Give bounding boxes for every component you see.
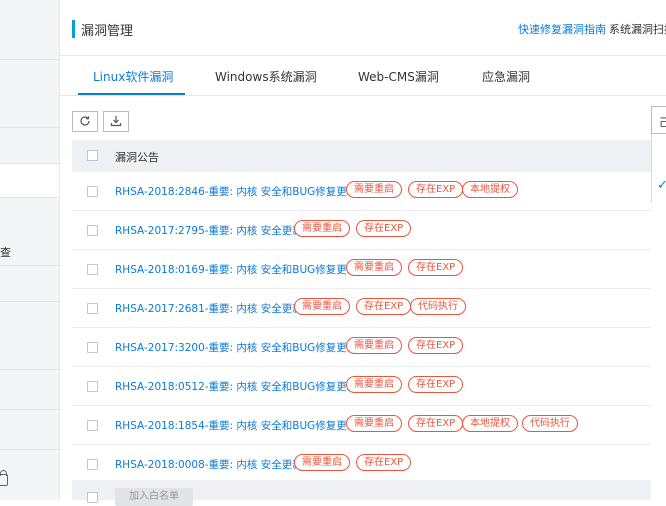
tag-exp-exists: 存在EXP	[356, 454, 412, 471]
tag-exp-exists: 存在EXP	[408, 337, 464, 354]
tag-exp-exists: 存在EXP	[408, 415, 464, 432]
tag-local-privilege: 本地提权	[462, 181, 518, 198]
select-all-checkbox[interactable]	[87, 150, 98, 161]
sidebar-item-active[interactable]	[0, 164, 59, 198]
sidebar-item-8[interactable]	[0, 410, 59, 450]
row-checkbox[interactable]	[87, 342, 98, 353]
row-checkbox[interactable]	[87, 381, 98, 392]
row-checkbox[interactable]	[87, 225, 98, 236]
table-row[interactable]: RHSA-2017:2681-重要: 内核 安全更新 需要重启 存在EXP 代码…	[72, 289, 651, 328]
sidebar-item-1[interactable]	[0, 0, 59, 60]
tab-windows[interactable]: Windows系统漏洞	[215, 68, 317, 85]
tag-restart-required: 需要重启	[346, 337, 402, 354]
tag-restart-required: 需要重启	[346, 415, 402, 432]
table-row[interactable]: RHSA-2017:3200-重要: 内核 安全和BUG修复更新 需要重启 存在…	[72, 328, 651, 367]
table-footer: 加入白名单	[72, 480, 651, 506]
main-content: 漏洞管理 快速修复漏洞指南 系统漏洞扫描 Linux软件漏洞 Windows系统…	[60, 0, 666, 506]
tab-web-cms[interactable]: Web-CMS漏洞	[358, 68, 439, 85]
sidebar-item-5[interactable]	[0, 266, 59, 302]
tag-local-privilege: 本地提权	[462, 415, 518, 432]
refresh-button[interactable]	[72, 111, 98, 132]
tag-exp-exists: 存在EXP	[408, 259, 464, 276]
table-row[interactable]: RHSA-2018:2846-重要: 内核 安全和BUG修复更新 需要重启 存在…	[72, 172, 651, 211]
footer-select-all-checkbox[interactable]	[87, 492, 98, 503]
lock-icon	[0, 470, 8, 486]
vuln-title-link[interactable]: RHSA-2017:3200-重要: 内核 安全和BUG修复更新	[115, 340, 357, 355]
system-scan-link[interactable]: 系统漏洞扫描	[609, 21, 666, 37]
tag-restart-required: 需要重启	[294, 454, 350, 471]
column-dropdown-panel: ✓	[651, 134, 666, 202]
table-header: 漏洞公告	[72, 140, 651, 172]
row-checkbox[interactable]	[87, 186, 98, 197]
export-button[interactable]	[103, 111, 129, 132]
tag-exp-exists: 存在EXP	[408, 181, 464, 198]
tag-restart-required: 需要重启	[346, 259, 402, 276]
table-row[interactable]: RHSA-2018:0008-重要: 内核 安全更新 需要重启 存在EXP	[72, 445, 651, 480]
tag-exp-exists: 存在EXP	[408, 376, 464, 393]
sidebar-item-label: 查	[0, 246, 11, 259]
tag-exp-exists: 存在EXP	[356, 298, 412, 315]
vuln-title-link[interactable]: RHSA-2018:0008-重要: 内核 安全更新	[115, 457, 303, 472]
vuln-title-link[interactable]: RHSA-2018:0169-重要: 内核 安全和BUG修复更新	[115, 262, 357, 277]
vuln-title-link[interactable]: RHSA-2017:2795-重要: 内核 安全更新	[115, 223, 303, 238]
row-checkbox[interactable]	[87, 420, 98, 431]
tag-code-execution: 代码执行	[410, 298, 466, 315]
sidebar: 查	[0, 0, 60, 500]
row-checkbox[interactable]	[87, 303, 98, 314]
download-icon	[110, 116, 122, 127]
title-accent-bar	[72, 20, 75, 38]
tab-emergency[interactable]: 应急漏洞	[482, 68, 530, 85]
table-row[interactable]: RHSA-2018:0169-重要: 内核 安全和BUG修复更新 需要重启 存在…	[72, 250, 651, 289]
row-checkbox[interactable]	[87, 459, 98, 470]
sidebar-item-3[interactable]	[0, 128, 59, 164]
vuln-title-link[interactable]: RHSA-2018:1854-重要: 内核 安全和BUG修复更新	[115, 418, 357, 433]
table-row[interactable]: RHSA-2018:1854-重要: 内核 安全和BUG修复更新 需要重启 存在…	[72, 406, 651, 445]
active-tab-indicator	[78, 93, 185, 95]
tag-restart-required: 需要重启	[294, 298, 350, 315]
table-row[interactable]: RHSA-2017:2795-重要: 内核 安全更新 需要重启 存在EXP	[72, 211, 651, 250]
tag-restart-required: 需要重启	[346, 376, 402, 393]
tag-restart-required: 需要重启	[346, 181, 402, 198]
vuln-title-link[interactable]: RHSA-2018:0512-重要: 内核 安全和BUG修复更新	[115, 379, 357, 394]
column-header-announcement: 漏洞公告	[115, 151, 159, 164]
check-icon[interactable]: ✓	[657, 178, 666, 193]
sidebar-item-6[interactable]	[0, 302, 59, 370]
vuln-title-link[interactable]: RHSA-2018:2846-重要: 内核 安全和BUG修复更新	[115, 184, 357, 199]
sidebar-item-7[interactable]	[0, 370, 59, 410]
column-settings-label: 己	[659, 116, 666, 129]
tag-code-execution: 代码执行	[522, 415, 578, 432]
page-title: 漏洞管理	[81, 24, 134, 39]
row-checkbox[interactable]	[87, 264, 98, 275]
page-header: 漏洞管理 快速修复漏洞指南 系统漏洞扫描	[60, 0, 666, 56]
tag-exp-exists: 存在EXP	[356, 220, 412, 237]
tab-bar: Linux软件漏洞 Windows系统漏洞 Web-CMS漏洞 应急漏洞	[60, 56, 666, 96]
column-settings-button[interactable]: 己	[651, 106, 666, 134]
tag-restart-required: 需要重启	[294, 220, 350, 237]
tab-linux[interactable]: Linux软件漏洞	[93, 68, 173, 85]
sidebar-item-2[interactable]	[0, 60, 59, 128]
refresh-icon	[80, 116, 90, 126]
vuln-title-link[interactable]: RHSA-2017:2681-重要: 内核 安全更新	[115, 301, 303, 316]
table-row[interactable]: RHSA-2018:0512-重要: 内核 安全和BUG修复更新 需要重启 存在…	[72, 367, 651, 406]
quick-fix-guide-link[interactable]: 快速修复漏洞指南	[518, 21, 606, 37]
add-to-whitelist-button[interactable]: 加入白名单	[115, 488, 193, 506]
